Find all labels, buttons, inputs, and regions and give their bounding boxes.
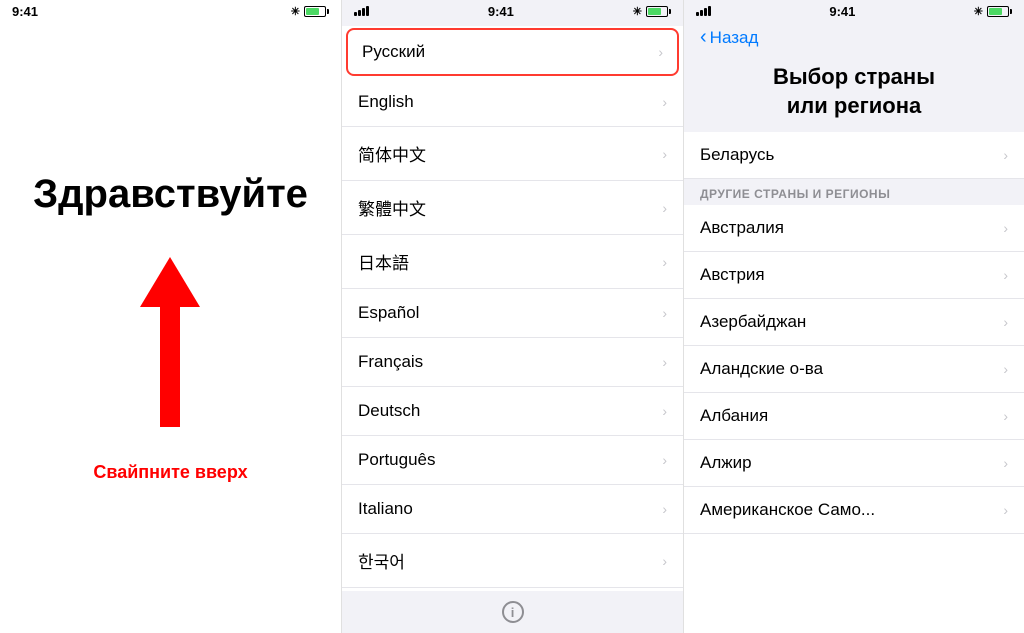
- country-item-albania[interactable]: Албания ›: [684, 393, 1024, 440]
- hello-text: Здравствуйте: [33, 172, 308, 217]
- bluetooth-icon-3: ✳: [974, 5, 983, 18]
- language-label: Deutsch: [358, 401, 420, 421]
- country-label: Алжир: [700, 453, 752, 473]
- bluetooth-icon-2: ✳: [633, 5, 642, 18]
- country-title: Выбор страны или региона: [684, 57, 1024, 132]
- language-label: 简体中文: [358, 141, 426, 166]
- language-label: 日本語: [358, 249, 409, 274]
- arrow-up-icon: [140, 257, 200, 307]
- country-label: Американское Само...: [700, 500, 875, 520]
- chevron-icon: ›: [1003, 455, 1008, 471]
- chevron-icon: ›: [662, 94, 667, 110]
- country-item-azerbaijan[interactable]: Азербайджан ›: [684, 299, 1024, 346]
- language-label: Español: [358, 303, 419, 323]
- status-icons-2: ✳: [633, 5, 671, 18]
- swipe-text: Свайпните вверх: [93, 462, 247, 483]
- country-item-american-samoa[interactable]: Американское Само... ›: [684, 487, 1024, 534]
- chevron-icon: ›: [658, 44, 663, 60]
- info-row: i: [342, 591, 683, 633]
- battery-icon-3: [987, 6, 1012, 17]
- status-time-1: 9:41: [12, 4, 38, 19]
- chevron-icon: ›: [1003, 147, 1008, 163]
- status-time-3: 9:41: [829, 4, 855, 19]
- language-item-portuguese[interactable]: Português ›: [342, 436, 683, 485]
- status-time-2: 9:41: [488, 4, 514, 19]
- battery-icon-2: [646, 6, 671, 17]
- chevron-icon: ›: [1003, 361, 1008, 377]
- country-panel: 9:41 ✳ ‹ Назад Выбор страны или региона …: [684, 0, 1024, 633]
- language-item-chinese-simplified[interactable]: 简体中文 ›: [342, 127, 683, 181]
- country-label: Австрия: [700, 265, 765, 285]
- country-list: Беларусь › ДРУГИЕ СТРАНЫ И РЕГИОНЫ Австр…: [684, 132, 1024, 633]
- status-icons-1: ✳: [291, 5, 329, 18]
- language-label: 繁體中文: [358, 195, 426, 220]
- status-bar-1: 9:41 ✳: [0, 0, 341, 22]
- language-item-japanese[interactable]: 日本語 ›: [342, 235, 683, 289]
- chevron-icon: ›: [662, 200, 667, 216]
- language-item-korean[interactable]: 한국어 ›: [342, 534, 683, 588]
- country-item-algeria[interactable]: Алжир ›: [684, 440, 1024, 487]
- status-bar-2: 9:41 ✳: [342, 0, 683, 22]
- language-panel: 9:41 ✳ Русский › English › 简体中文 › 繁體中文: [342, 0, 684, 633]
- language-item-russian[interactable]: Русский ›: [346, 28, 679, 76]
- country-item-aland[interactable]: Аландские о-ва ›: [684, 346, 1024, 393]
- other-countries-header: ДРУГИЕ СТРАНЫ И РЕГИОНЫ: [684, 179, 1024, 205]
- country-label: Аландские о-ва: [700, 359, 823, 379]
- language-item-german[interactable]: Deutsch ›: [342, 387, 683, 436]
- language-label: Italiano: [358, 499, 413, 519]
- language-item-chinese-traditional[interactable]: 繁體中文 ›: [342, 181, 683, 235]
- bluetooth-icon: ✳: [291, 5, 300, 18]
- chevron-icon: ›: [662, 254, 667, 270]
- country-label: Беларусь: [700, 145, 774, 165]
- chevron-icon: ›: [662, 354, 667, 370]
- country-label: Азербайджан: [700, 312, 806, 332]
- back-navigation: ‹ Назад: [684, 22, 1024, 57]
- status-icons-3: ✳: [974, 5, 1012, 18]
- language-label: Français: [358, 352, 423, 372]
- signal-icon-2: [354, 6, 369, 16]
- arrow-shaft: [160, 307, 180, 427]
- chevron-icon: ›: [662, 305, 667, 321]
- signal-icon-3: [696, 6, 711, 16]
- language-item-spanish[interactable]: Español ›: [342, 289, 683, 338]
- country-item-australia[interactable]: Австралия ›: [684, 205, 1024, 252]
- language-item-english[interactable]: English ›: [342, 78, 683, 127]
- chevron-icon: ›: [1003, 220, 1008, 236]
- chevron-icon: ›: [662, 146, 667, 162]
- info-icon[interactable]: i: [502, 601, 524, 623]
- language-label: 한국어: [358, 548, 405, 573]
- country-label: Австралия: [700, 218, 784, 238]
- battery-icon-1: [304, 6, 329, 17]
- country-item-austria[interactable]: Австрия ›: [684, 252, 1024, 299]
- swipe-arrow: [140, 257, 200, 427]
- chevron-icon: ›: [662, 553, 667, 569]
- chevron-icon: ›: [1003, 502, 1008, 518]
- back-button[interactable]: ‹ Назад: [700, 26, 758, 49]
- hello-panel: 9:41 ✳ Здравствуйте Свайпните вверх: [0, 0, 342, 633]
- language-label: English: [358, 92, 414, 112]
- language-list: Русский › English › 简体中文 › 繁體中文 › 日本語 › …: [342, 26, 683, 591]
- language-item-italian[interactable]: Italiano ›: [342, 485, 683, 534]
- back-chevron-icon: ‹: [700, 26, 707, 49]
- country-item-belarus[interactable]: Беларусь ›: [684, 132, 1024, 179]
- chevron-icon: ›: [1003, 408, 1008, 424]
- chevron-icon: ›: [662, 501, 667, 517]
- chevron-icon: ›: [1003, 314, 1008, 330]
- language-item-french[interactable]: Français ›: [342, 338, 683, 387]
- chevron-icon: ›: [662, 403, 667, 419]
- chevron-icon: ›: [662, 452, 667, 468]
- back-label: Назад: [710, 28, 759, 48]
- chevron-icon: ›: [1003, 267, 1008, 283]
- status-bar-3: 9:41 ✳: [684, 0, 1024, 22]
- language-label: Русский: [362, 42, 425, 62]
- language-label: Português: [358, 450, 436, 470]
- country-label: Албания: [700, 406, 768, 426]
